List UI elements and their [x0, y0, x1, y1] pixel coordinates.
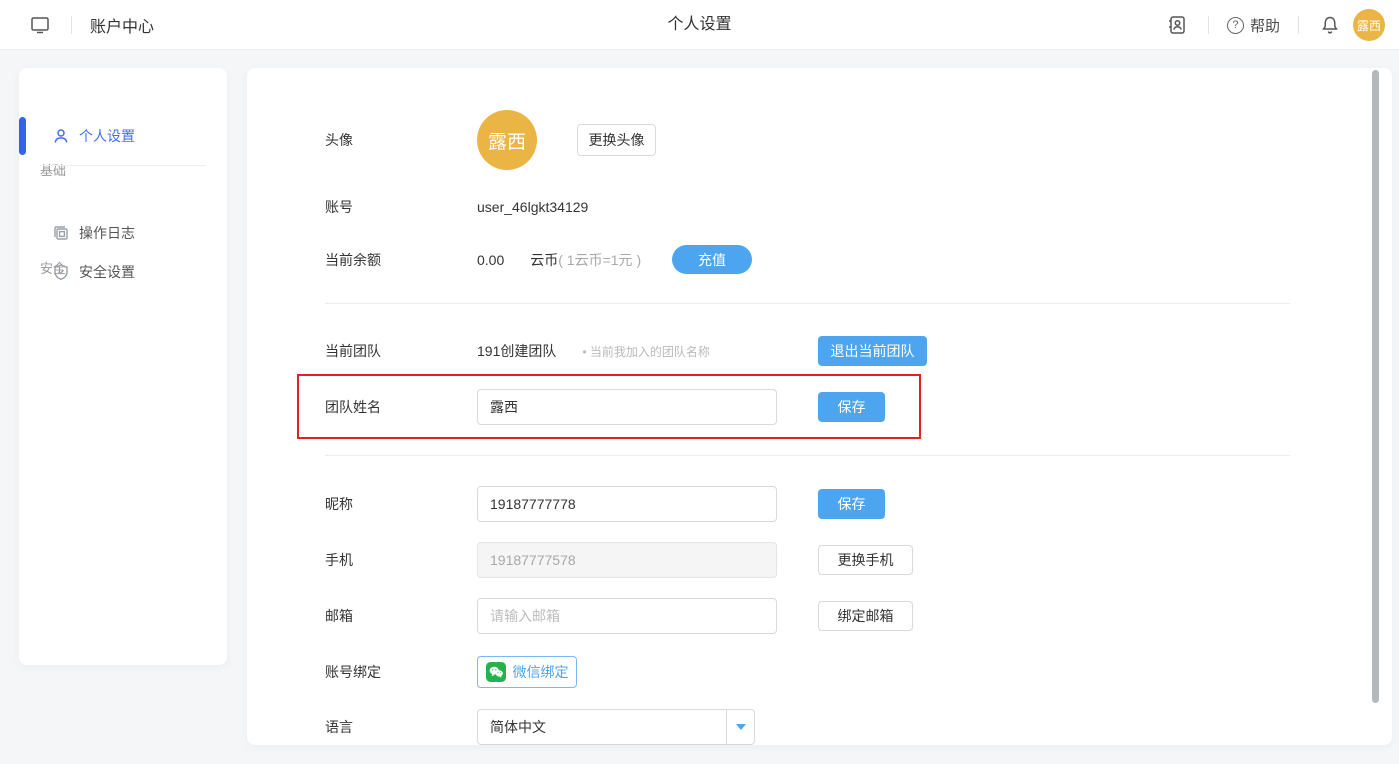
balance-unit: 云币 [530, 250, 558, 270]
recharge-button[interactable]: 充值 [672, 245, 752, 274]
sidebar-item-label: 个人设置 [79, 126, 135, 146]
balance-row: 当前余额 0.00 云币 ( 1云币=1元 ) 充值 [247, 245, 1392, 274]
avatar-label: 头像 [325, 130, 353, 150]
account-label: 账号 [325, 197, 353, 217]
phone-label: 手机 [325, 550, 353, 570]
nickname-row: 昵称 保存 [247, 486, 1392, 522]
sidebar-item-personal-settings[interactable]: 个人设置 [19, 117, 227, 155]
vertical-scrollbar[interactable] [1372, 70, 1379, 703]
section-divider [325, 303, 1290, 304]
settings-panel: 头像 露西 更换头像 账号 user_46lgkt34129 当前余额 0.00… [247, 68, 1392, 745]
page-title: 个人设置 [667, 0, 731, 50]
quit-team-button[interactable]: 退出当前团队 [818, 336, 927, 366]
sidebar-divider [40, 165, 206, 166]
header-divider [1208, 16, 1209, 34]
help-button[interactable]: ? 帮助 [1227, 15, 1280, 36]
sidebar-item-label: 操作日志 [79, 223, 135, 243]
phone-input [477, 542, 777, 578]
email-input[interactable] [477, 598, 777, 634]
team-hint: • 当前我加入的团队名称 [582, 343, 710, 360]
top-header: 账户中心 个人设置 ? 帮助 [0, 0, 1399, 50]
sidebar-item-security-settings[interactable]: 安全设置 [19, 256, 227, 288]
binding-label: 账号绑定 [325, 662, 381, 682]
nickname-label: 昵称 [325, 494, 353, 514]
change-phone-button[interactable]: 更换手机 [818, 545, 913, 575]
chevron-down-icon [726, 709, 754, 745]
sidebar-item-operation-log[interactable]: 操作日志 [19, 217, 227, 249]
nickname-input[interactable] [477, 486, 777, 522]
email-row: 邮箱 绑定邮箱 [247, 598, 1392, 634]
save-nickname-button[interactable]: 保存 [818, 489, 885, 519]
account-value: user_46lgkt34129 [477, 199, 588, 215]
header-divider [71, 16, 72, 34]
section-divider [325, 455, 1290, 456]
language-value: 简体中文 [478, 717, 726, 737]
email-label: 邮箱 [325, 606, 353, 626]
language-label: 语言 [325, 717, 353, 737]
app-title: 账户中心 [90, 13, 154, 37]
balance-label: 当前余额 [325, 250, 381, 270]
team-name-row: 团队姓名 保存 [247, 389, 1392, 425]
operation-log-icon [52, 224, 70, 242]
wechat-icon [486, 662, 506, 682]
user-icon [52, 127, 70, 145]
shield-icon [52, 263, 70, 281]
bind-email-button[interactable]: 绑定邮箱 [818, 601, 913, 631]
contacts-icon[interactable] [1164, 12, 1190, 38]
save-team-name-button[interactable]: 保存 [818, 392, 885, 422]
balance-amount: 0.00 [477, 252, 504, 268]
account-binding-row: 账号绑定 微信绑定 [247, 656, 1392, 688]
header-divider [1298, 16, 1299, 34]
change-avatar-button[interactable]: 更换头像 [577, 124, 656, 156]
sidebar: 基础 个人设置 安全 操作日志 [19, 68, 227, 665]
question-circle-icon: ? [1227, 17, 1244, 34]
language-row: 语言 简体中文 [247, 709, 1392, 745]
monitor-icon[interactable] [27, 12, 53, 38]
profile-avatar: 露西 [477, 110, 537, 170]
account-row: 账号 user_46lgkt34129 [247, 193, 1392, 221]
phone-row: 手机 更换手机 [247, 542, 1392, 578]
sidebar-section-basic: 基础 [40, 160, 66, 179]
user-avatar[interactable]: 露西 [1353, 9, 1385, 41]
wechat-bind-button[interactable]: 微信绑定 [477, 656, 577, 688]
wechat-bind-label: 微信绑定 [513, 662, 569, 682]
team-name-label: 团队姓名 [325, 397, 381, 417]
language-select[interactable]: 简体中文 [477, 709, 755, 745]
team-value: 191创建团队 [477, 341, 556, 361]
balance-note: ( 1云币=1元 ) [558, 250, 641, 270]
avatar-row: 头像 露西 更换头像 [247, 110, 1392, 170]
current-team-row: 当前团队 191创建团队 • 当前我加入的团队名称 退出当前团队 [247, 336, 1392, 366]
bell-icon[interactable] [1317, 12, 1343, 38]
page: 账户中心 个人设置 ? 帮助 [0, 0, 1399, 764]
sidebar-item-label: 安全设置 [79, 262, 135, 282]
team-name-input[interactable] [477, 389, 777, 425]
help-label: 帮助 [1250, 15, 1280, 36]
team-label: 当前团队 [325, 341, 381, 361]
